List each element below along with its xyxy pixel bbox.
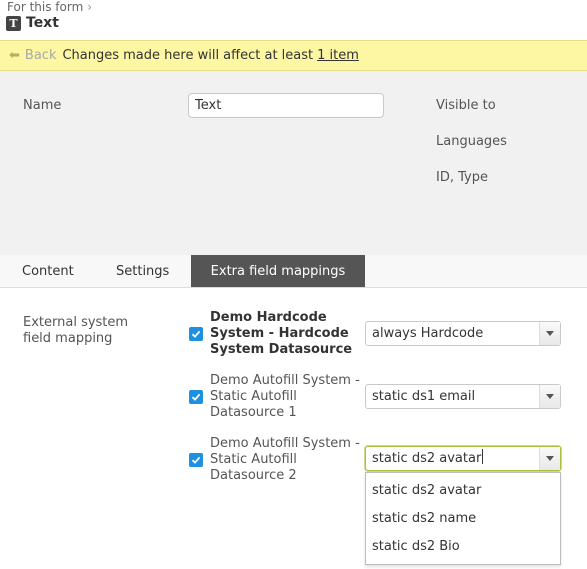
checkmark-icon xyxy=(191,456,201,464)
section-label: External system field mapping xyxy=(23,315,129,346)
back-label: Back xyxy=(24,48,57,63)
breadcrumb[interactable]: For this form › xyxy=(7,0,92,14)
mapping-select-3[interactable]: static ds2 avatar xyxy=(365,446,561,471)
arrow-left-icon: ⬅ xyxy=(9,48,20,63)
visible-to-label: Visible to xyxy=(436,98,496,113)
warning-message: Changes made here will affect at least xyxy=(62,48,314,63)
mapping-checkbox-3[interactable] xyxy=(189,453,203,467)
breadcrumb-label[interactable]: For this form xyxy=(7,0,83,14)
title-row: T Text xyxy=(6,15,59,31)
dropdown-button[interactable] xyxy=(539,447,560,470)
chevron-down-icon xyxy=(546,456,554,461)
tab-extra-field-mappings[interactable]: Extra field mappings xyxy=(191,255,365,288)
tab-bar: Content Settings Extra field mappings xyxy=(0,255,587,288)
select-value: static ds2 avatar xyxy=(372,447,484,470)
mapping-select-2[interactable]: static ds1 email xyxy=(365,384,561,409)
tab-settings[interactable]: Settings xyxy=(116,255,169,288)
dropdown-option[interactable]: static ds2 Bio xyxy=(372,539,460,554)
mapping-checkbox-1[interactable] xyxy=(189,327,203,341)
system-label-3: Demo Autofill System - Static Autofill D… xyxy=(210,436,360,483)
dropdown-option[interactable]: static ds2 avatar xyxy=(372,483,481,498)
page-title: Text xyxy=(26,15,59,31)
name-label: Name xyxy=(23,98,62,113)
languages-label: Languages xyxy=(436,134,507,149)
dropdown-option[interactable]: static ds2 name xyxy=(372,511,476,526)
chevron-right-icon: › xyxy=(87,0,93,14)
system-label-2: Demo Autofill System - Static Autofill D… xyxy=(210,373,360,420)
dropdown-button[interactable] xyxy=(539,322,560,345)
dropdown-button[interactable] xyxy=(539,385,560,408)
mapping-checkbox-2[interactable] xyxy=(189,390,203,404)
chevron-down-icon xyxy=(546,394,554,399)
select-value: always Hardcode xyxy=(372,326,484,341)
system-label-1: Demo Hardcode System - Hardcode System D… xyxy=(210,310,353,357)
warning-bar: ⬅ Back Changes made here will affect at … xyxy=(0,40,587,71)
back-button[interactable]: ⬅ Back xyxy=(9,48,56,63)
checkmark-icon xyxy=(191,393,201,401)
tab-divider xyxy=(0,287,587,288)
mapping-select-1[interactable]: always Hardcode xyxy=(365,321,561,346)
checkmark-icon xyxy=(191,330,201,338)
select-value-text: static ds2 avatar xyxy=(372,451,482,466)
affected-items-link[interactable]: 1 item xyxy=(317,48,359,63)
select-value: static ds1 email xyxy=(372,389,476,404)
dropdown-list: static ds2 avatar static ds2 name static… xyxy=(365,472,561,565)
chevron-down-icon xyxy=(546,331,554,336)
name-input[interactable] xyxy=(188,93,384,118)
tab-content[interactable]: Content xyxy=(22,255,74,288)
text-caret xyxy=(482,449,484,464)
text-type-icon: T xyxy=(6,15,21,31)
id-type-label: ID, Type xyxy=(436,170,488,185)
